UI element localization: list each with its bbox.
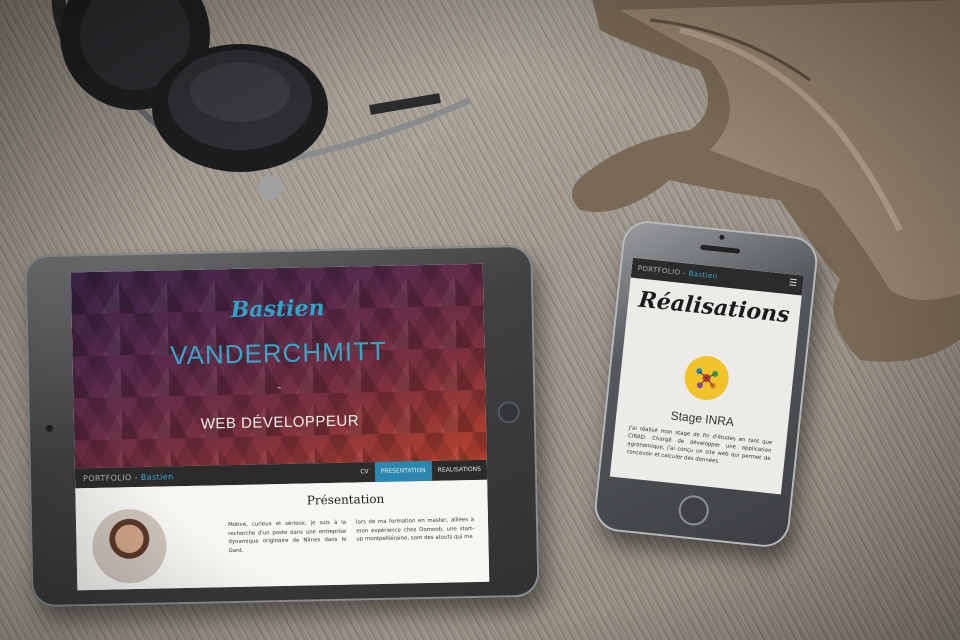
nav-item-presentation[interactable]: PRESENTATION bbox=[374, 460, 432, 483]
headphones bbox=[51, 0, 472, 200]
presentation-text-col1: Motivé, curieux et sérieux, je suis à la… bbox=[228, 519, 347, 554]
tablet-camera bbox=[45, 424, 54, 432]
phone-device: PORTFOLIO - Bastien ☰ Réalisations Stage… bbox=[592, 218, 820, 550]
tablet-screen: Bastien VANDERCHMITT - WEB DÉVELOPPEUR P… bbox=[70, 263, 490, 591]
navbar-brand[interactable]: PORTFOLIO - Bastien bbox=[75, 468, 354, 483]
tablet-device: Bastien VANDERCHMITT - WEB DÉVELOPPEUR P… bbox=[24, 244, 540, 608]
avatar bbox=[91, 508, 168, 584]
phone-navbar-brand[interactable]: PORTFOLIO - Bastien bbox=[637, 264, 718, 280]
hamburger-icon[interactable]: ☰ bbox=[788, 278, 797, 289]
presentation-section: Présentation Motivé, curieux et sérieux,… bbox=[75, 479, 490, 591]
phone-home-button[interactable] bbox=[677, 493, 711, 527]
project-description: J'ai réalisé mon stage de fin d'études e… bbox=[626, 425, 773, 465]
brand-prefix: PORTFOLIO - bbox=[82, 472, 141, 483]
hero-first-name: Bastien bbox=[230, 295, 325, 324]
hero-role: WEB DÉVELOPPEUR bbox=[200, 412, 360, 433]
phone-speaker bbox=[700, 244, 741, 254]
presentation-title: Présentation bbox=[306, 491, 385, 508]
hero-banner: Bastien VANDERCHMITT - WEB DÉVELOPPEUR bbox=[70, 263, 487, 469]
hero-last-name: VANDERCHMITT bbox=[169, 335, 388, 371]
brand-name: Bastien bbox=[140, 471, 174, 482]
project-logo-icon[interactable] bbox=[682, 353, 731, 403]
phone-brand-name: Bastien bbox=[688, 269, 718, 281]
phone-screen: PORTFOLIO - Bastien ☰ Réalisations Stage… bbox=[609, 257, 804, 495]
nav-item-cv[interactable]: CV bbox=[354, 462, 375, 482]
tablet-home-button[interactable] bbox=[497, 401, 520, 424]
nav-item-realisations[interactable]: REALISATIONS bbox=[432, 460, 488, 481]
hero-separator: - bbox=[276, 380, 282, 395]
presentation-text-col2: lors de ma formation en master, alliées … bbox=[355, 517, 475, 543]
phone-front-camera bbox=[719, 234, 725, 241]
phone-brand-prefix: PORTFOLIO - bbox=[637, 264, 690, 278]
